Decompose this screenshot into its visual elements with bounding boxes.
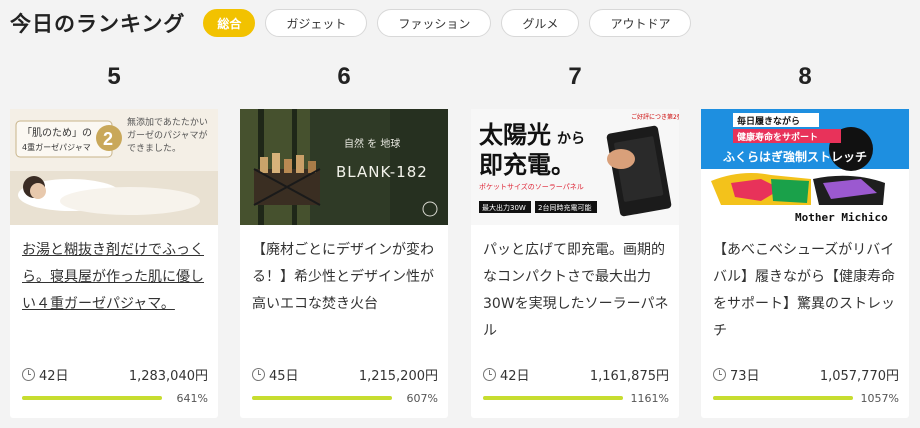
progress-fill <box>713 396 853 400</box>
shoes-image: 毎日履きながら 健康寿命をサポート ふくらはぎ強制ストレッチ Mother Mi… <box>701 109 909 225</box>
days-value: 73日 <box>730 368 760 384</box>
ranking-header: 今日のランキング 総合 ガジェット ファッション グルメ アウトドア <box>10 8 692 38</box>
project-description[interactable]: 【あべこベシューズがリバイバル】履きながら【健康寿命をサポート】驚異のストレッチ <box>713 237 899 345</box>
ranking-column: 8 毎日履きながら 健康寿命をサポート ふくらはぎ強制ストレッチ Mother … <box>701 60 909 418</box>
project-description[interactable]: 【廃材ごとにデザインが変わる！】希少性とデザイン性が高いエコな焚き火台 <box>252 237 438 318</box>
project-description[interactable]: パッと広げて即充電。画期的なコンパクトさで最大出力30Wを実現したソーラーパネル <box>483 237 669 345</box>
ranking-column: 7 太陽光 から 即充電。 ポケットサイズのソーラーパネル 最大出力30W 2台… <box>471 60 679 418</box>
project-thumbnail[interactable]: 「肌のため」の 4重ガーゼパジャマ 2 無添加であたたかい ガーゼのパジャマが … <box>10 109 218 225</box>
category-tabs: 総合 ガジェット ファッション グルメ アウトドア <box>203 9 692 37</box>
tab-gadget[interactable]: ガジェット <box>265 9 368 37</box>
rank-number: 8 <box>798 63 812 90</box>
progress-bar <box>22 396 162 400</box>
clock-icon <box>22 367 35 381</box>
funding-amount: 1,283,040円 <box>128 368 208 384</box>
tab-overall[interactable]: 総合 <box>203 9 256 37</box>
project-card[interactable]: 太陽光 から 即充電。 ポケットサイズのソーラーパネル 最大出力30W 2台同時… <box>471 109 679 418</box>
svg-text:ご好評につき第2弾: ご好評につき第2弾 <box>631 113 679 121</box>
progress-fill <box>483 396 623 400</box>
funding-amount: 1,215,200円 <box>358 368 438 384</box>
image-text-1: 毎日履きながら <box>737 115 800 127</box>
project-meta: 42日 1,161,875円 <box>483 365 669 384</box>
remaining-days: 42日 <box>483 365 530 384</box>
progress-row: 641% <box>22 391 208 405</box>
solar-panel-image: 太陽光 から 即充電。 ポケットサイズのソーラーパネル 最大出力30W 2台同時… <box>471 109 679 225</box>
image-text-2: 健康寿命をサポート <box>737 131 818 143</box>
remaining-days: 73日 <box>713 365 760 384</box>
days-value: 42日 <box>500 368 530 384</box>
image-text-1: 太陽光 <box>479 121 551 149</box>
funding-amount: 1,057,770円 <box>819 368 899 384</box>
progress-percent: 641% <box>176 391 208 405</box>
funding-amount: 1,161,875円 <box>589 368 669 384</box>
project-meta: 42日 1,283,040円 <box>22 365 208 384</box>
rank-number: 6 <box>337 63 351 90</box>
clock-icon <box>252 367 265 381</box>
image-text-5: 最大出力30W <box>482 203 526 212</box>
progress-percent: 1057% <box>860 391 899 405</box>
project-card[interactable]: 「肌のため」の 4重ガーゼパジャマ 2 無添加であたたかい ガーゼのパジャマが … <box>10 109 218 418</box>
progress-bar <box>483 396 623 400</box>
progress-row: 1161% <box>483 391 669 405</box>
progress-row: 607% <box>252 391 438 405</box>
remaining-days: 42日 <box>22 365 69 384</box>
rank-number: 5 <box>107 63 121 90</box>
progress-percent: 607% <box>406 391 438 405</box>
days-value: 42日 <box>39 368 69 384</box>
firepit-image: 自然 を 地球 BLANK-182 <box>240 109 448 225</box>
progress-bar <box>252 396 392 400</box>
project-meta: 73日 1,057,770円 <box>713 365 899 384</box>
tab-gourmet[interactable]: グルメ <box>501 9 580 37</box>
image-text-3: 即充電。 <box>479 151 575 179</box>
progress-fill <box>22 396 162 400</box>
image-text-4: Mother Michico <box>795 211 888 224</box>
project-meta: 45日 1,215,200円 <box>252 365 438 384</box>
ranking-column: 6 自然 を 地球 BLANK-182 【廃材ごとにデザインが変わる！】希少性と… <box>240 60 448 418</box>
image-text-2: 4重ガーゼパジャマ <box>22 142 91 152</box>
clock-icon <box>483 367 496 381</box>
progress-bar <box>713 396 853 400</box>
image-badge: 2 <box>103 129 113 149</box>
progress-row: 1057% <box>713 391 899 405</box>
image-text-2: BLANK-182 <box>336 163 428 181</box>
image-text-2: から <box>557 131 585 147</box>
remaining-days: 45日 <box>252 365 299 384</box>
image-text-1: 「肌のため」の <box>22 127 92 139</box>
rank-number: 7 <box>568 63 582 90</box>
image-text-1: 自然 を 地球 <box>344 137 400 150</box>
project-card[interactable]: 毎日履きながら 健康寿命をサポート ふくらはぎ強制ストレッチ Mother Mi… <box>701 109 909 418</box>
image-text-6: 2台同時充電可能 <box>538 203 591 212</box>
project-thumbnail[interactable]: 自然 を 地球 BLANK-182 <box>240 109 448 225</box>
page-title: 今日のランキング <box>10 12 186 36</box>
image-text-4: ポケットサイズのソーラーパネル <box>479 182 584 191</box>
project-thumbnail[interactable]: 毎日履きながら 健康寿命をサポート ふくらはぎ強制ストレッチ Mother Mi… <box>701 109 909 225</box>
tab-outdoor[interactable]: アウトドア <box>589 9 692 37</box>
ranking-column: 5 「肌のため」の 4重ガーゼパジャマ 2 無添加であたたかい ガーゼのパジャマ… <box>10 60 218 418</box>
days-value: 45日 <box>269 368 299 384</box>
tab-fashion[interactable]: ファッション <box>377 9 492 37</box>
progress-percent: 1161% <box>630 391 669 405</box>
clock-icon <box>713 367 726 381</box>
ranking-cards: 5 「肌のため」の 4重ガーゼパジャマ 2 無添加であたたかい ガーゼのパジャマ… <box>10 60 910 420</box>
image-text-3: ふくらはぎ強制ストレッチ <box>723 149 867 164</box>
project-card[interactable]: 自然 を 地球 BLANK-182 【廃材ごとにデザインが変わる！】希少性とデザ… <box>240 109 448 418</box>
pajama-image: 「肌のため」の 4重ガーゼパジャマ 2 無添加であたたかい ガーゼのパジャマが … <box>10 109 218 225</box>
project-description[interactable]: お湯と糊抜き剤だけでふっくら。寝具屋が作った肌に優しい４重ガーゼパジャマ。 <box>22 237 208 318</box>
project-thumbnail[interactable]: 太陽光 から 即充電。 ポケットサイズのソーラーパネル 最大出力30W 2台同時… <box>471 109 679 225</box>
progress-fill <box>252 396 392 400</box>
image-text-5: できました。 <box>127 143 181 154</box>
image-text-3: 無添加であたたかい <box>127 116 208 128</box>
image-text-4: ガーゼのパジャマが <box>127 129 208 141</box>
